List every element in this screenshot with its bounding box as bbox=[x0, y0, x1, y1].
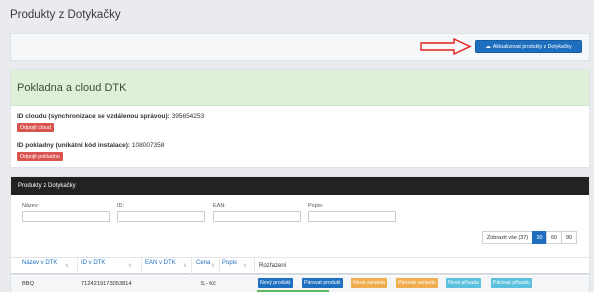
page-size-all[interactable]: Zobrazit vše (37) bbox=[482, 231, 533, 244]
col-name-header[interactable]: Název v DTK bbox=[22, 260, 57, 266]
register-id-label: ID pokladny (unikátní kód instalace): bbox=[17, 142, 131, 149]
products-panel-title: Produkty z Dotykačky bbox=[18, 183, 76, 189]
filter-name-label: Název: bbox=[22, 203, 40, 209]
sort-icon[interactable]: ⇅ bbox=[183, 263, 187, 269]
filter-desc-label: Popis: bbox=[308, 203, 324, 209]
filter-ean-input[interactable] bbox=[213, 211, 301, 222]
filter-name-input[interactable] bbox=[22, 211, 110, 222]
disconnect-register-button[interactable]: Odpojit pokladnu bbox=[17, 152, 63, 161]
register-id-value: 108007358 bbox=[131, 142, 165, 149]
sort-icon[interactable]: ⇅ bbox=[211, 263, 215, 269]
register-id-line: ID pokladny (unikátní kód instalace): 10… bbox=[17, 142, 164, 149]
cell-name: BBQ bbox=[22, 281, 35, 287]
products-panel: Produkty z Dotykačky Název: ID: EAN: Pop… bbox=[10, 176, 590, 292]
cell-id: 7124219173053814 bbox=[81, 281, 132, 287]
col-id-header[interactable]: ID v DTK bbox=[81, 260, 105, 266]
page-size-60[interactable]: 60 bbox=[546, 231, 562, 244]
cell-price: 5,- Kč bbox=[201, 281, 216, 287]
update-products-button[interactable]: ☁ Aktualizovat produkty z Dotykačky bbox=[475, 40, 582, 53]
red-arrow-annotation bbox=[420, 38, 472, 55]
col-ean-header[interactable]: EAN v DTK bbox=[145, 260, 176, 266]
page-title: Produkty z Dotykačky bbox=[10, 9, 121, 21]
pair-ingredient-button[interactable]: Párovat přísadu bbox=[491, 278, 532, 288]
cloud-download-icon: ☁ bbox=[485, 43, 491, 50]
new-variant-button[interactable]: Nová varianta bbox=[351, 278, 388, 288]
col-price-header[interactable]: Cena bbox=[196, 260, 210, 266]
cloud-id-value: 395654253 bbox=[171, 113, 205, 120]
table-header: Název v DTK ⇅ ID v DTK ⇅ EAN v DTK ⇅ Cen… bbox=[11, 257, 589, 276]
sort-icon[interactable]: ⇅ bbox=[65, 263, 69, 269]
cloud-panel: Pokladna a cloud DTK ID cloudu (synchron… bbox=[10, 69, 590, 168]
table-row: BBQ 7124219173053814 5,- Kč Nový produkt… bbox=[11, 276, 589, 292]
filter-id-label: ID: bbox=[117, 203, 125, 209]
pair-product-button[interactable]: Párovat produkt bbox=[302, 278, 343, 288]
filter-ean-label: EAN: bbox=[213, 203, 226, 209]
cloud-id-label: ID cloudu (synchronizace se vzdálenou sp… bbox=[17, 113, 170, 120]
products-panel-header: Produkty z Dotykačky bbox=[11, 177, 589, 195]
filter-desc-input[interactable] bbox=[308, 211, 396, 222]
disconnect-cloud-button[interactable]: Odpojit cloud bbox=[17, 123, 54, 132]
col-desc-header[interactable]: Popis bbox=[222, 260, 237, 266]
sort-icon[interactable]: ⇅ bbox=[128, 263, 132, 269]
cloud-panel-header: Pokladna a cloud DTK bbox=[11, 70, 589, 106]
new-ingredient-button[interactable]: Nová přísada bbox=[446, 278, 481, 288]
update-products-label: Aktualizovat produkty z Dotykačky bbox=[492, 43, 572, 50]
sort-icon[interactable]: ⇅ bbox=[243, 263, 247, 269]
filter-id-input[interactable] bbox=[117, 211, 205, 222]
page-size-30[interactable]: 30 bbox=[532, 231, 547, 244]
col-sort-header: Rozřazení bbox=[259, 263, 287, 269]
page-size-90[interactable]: 90 bbox=[561, 231, 577, 244]
pair-variant-button[interactable]: Párovat variantu bbox=[396, 278, 438, 288]
cloud-panel-title: Pokladna a cloud DTK bbox=[17, 81, 127, 94]
new-product-button[interactable]: Nový produkt bbox=[258, 278, 293, 288]
cloud-id-line: ID cloudu (synchronizace se vzdálenou sp… bbox=[17, 113, 204, 120]
page-size-selector: Zobrazit vše (37) 30 60 90 bbox=[482, 231, 577, 244]
